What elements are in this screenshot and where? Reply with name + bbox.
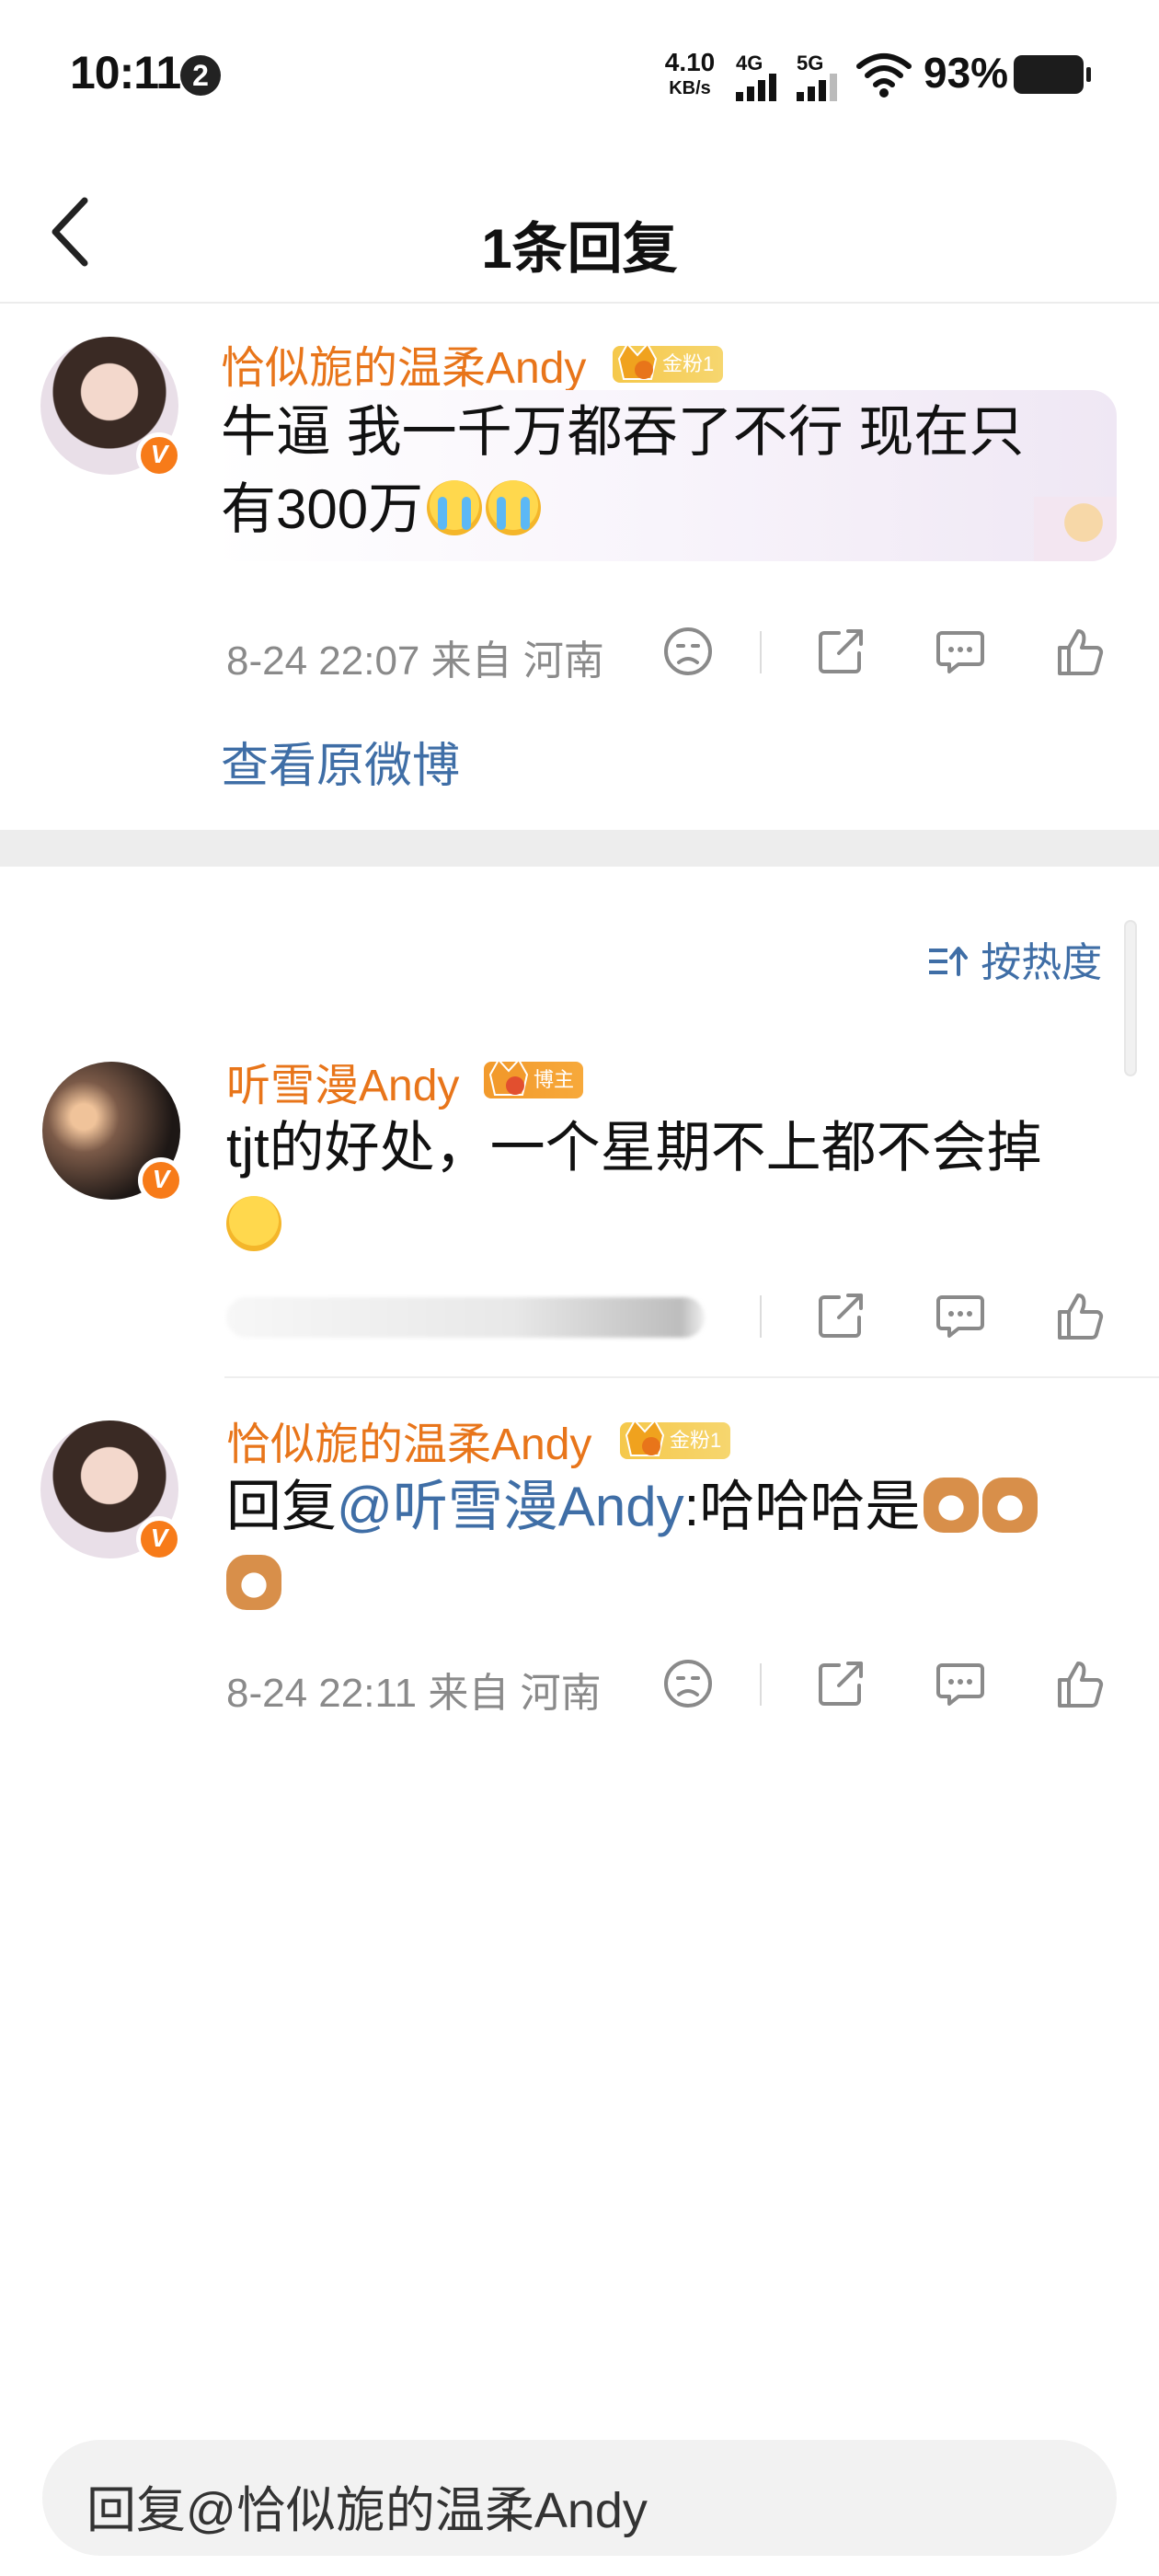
fan-badge[interactable]: 金粉1 [620,1419,731,1459]
reply-item: V 恰似旎的温柔Andy 金粉1 回复@听雪漫Andy:哈哈哈是 8-24 22… [0,1408,1159,1730]
dislike-face-icon[interactable] [659,622,717,681]
crown-icon [617,342,658,380]
view-original-weibo-link[interactable]: 查看原微博 [221,727,460,796]
username[interactable]: 恰似旎的温柔Andy [221,331,586,396]
comment-meta: 8-24 22:07 来自 河南 [226,638,604,684]
divider [760,1295,762,1338]
reply-meta-row: 8-24 22:11 来自 河南 [226,1647,1128,1720]
share-icon[interactable] [811,622,870,681]
reply-line-1: 回复@听雪漫Andy:哈哈哈是 [226,1468,1128,1546]
status-bar: 10:11 2 4.10 KB/s 4G 5G 93% [0,0,1159,156]
cat-emoji-icon [226,1555,281,1610]
fan-badge-text: 金粉1 [670,1429,722,1452]
comment-icon[interactable] [931,1654,990,1713]
dislike-face-icon[interactable] [659,1654,717,1713]
fan-badge-text: 金粉1 [662,352,715,375]
root-comment: V 恰似旎的温柔Andy 金粉1 牛逼 我一千万都吞了不行 现在只 有300万 … [0,331,1159,828]
cat-emoji-icon [924,1478,980,1533]
host-badge-text: 博主 [534,1068,575,1091]
network-speed: 4.10 KB/s [662,50,717,98]
reply-input-placeholder: 回复@恰似旎的温柔Andy [86,2483,648,2538]
comment-line-1: 牛逼 我一千万都吞了不行 现在只 [221,401,1025,463]
like-icon[interactable] [1050,1286,1109,1345]
comment-content: 牛逼 我一千万都吞了不行 现在只 有300万 [221,394,1122,548]
username[interactable]: 恰似旎的温柔Andy [226,1408,591,1472]
section-divider [0,830,1159,867]
reply-content: tjt的好处，一个星期不上都不会掉 [226,1110,1128,1264]
share-icon[interactable] [811,1654,870,1713]
signal-5g-label: 5G [797,52,824,75]
thinking-emoji-icon [226,1196,281,1251]
avatar[interactable]: V [42,1062,184,1203]
page-header: 1条回复 [0,156,1159,304]
signal-4g-icon: 4G [736,52,791,103]
verified-icon: V [136,432,182,478]
reply-meta-row [226,1279,1128,1352]
reply-text: :哈哈哈是 [683,1476,921,1537]
like-icon[interactable] [1050,622,1109,681]
comment-line-2-wrap: 有300万 [221,471,1122,548]
comment-meta-row: 8-24 22:07 来自 河南 [226,615,1128,688]
reply-content: 回复@听雪漫Andy:哈哈哈是 [226,1468,1128,1623]
verified-icon: V [136,1516,182,1562]
avatar[interactable]: V [40,337,182,478]
verified-icon: V [138,1157,184,1203]
avatar[interactable]: V [40,1420,182,1562]
crying-emoji-icon [486,480,542,535]
comment-line-2: 有300万 [221,478,424,540]
blurred-meta [226,1297,705,1338]
wifi-icon [856,53,912,98]
username[interactable]: 听雪漫Andy [226,1049,459,1113]
crown-icon [625,1419,665,1456]
row-divider [224,1376,1159,1378]
comment-icon[interactable] [931,622,990,681]
divider [760,631,762,673]
crying-emoji-icon [427,480,483,535]
status-time: 10:11 [70,47,181,98]
comment-icon[interactable] [931,1286,990,1345]
share-icon[interactable] [811,1286,870,1345]
reply-line-2 [226,1187,1128,1264]
signal-5g-icon: 5G [797,52,852,103]
reply-line-2 [226,1546,1128,1623]
sort-label: 按热度 [981,940,1103,985]
network-speed-unit: KB/s [669,78,711,98]
sort-icon [929,947,968,976]
reply-line-1: tjt的好处，一个星期不上都不会掉 [226,1117,1042,1179]
like-icon[interactable] [1050,1654,1109,1713]
cat-emoji-icon [982,1478,1039,1533]
battery-icon [1014,55,1091,94]
host-badge[interactable]: 博主 [484,1058,584,1098]
reply-prefix: 回复 [226,1476,337,1537]
notification-badge: 2 [180,55,221,96]
fan-badge[interactable]: 金粉1 [613,342,724,383]
battery-percent: 93% [924,49,1009,97]
crown-icon [488,1058,529,1096]
network-speed-value: 4.10 [664,48,716,76]
reply-item: V 听雪漫Andy 博主 tjt的好处，一个星期不上都不会掉 [0,1049,1159,1371]
signal-4g-label: 4G [736,52,763,75]
page-title: 1条回复 [481,218,678,280]
sort-button[interactable]: 按热度 [927,929,1102,988]
reply-input[interactable]: 回复@恰似旎的温柔Andy [42,2440,1117,2556]
divider [760,1663,762,1706]
mention-link[interactable]: @听雪漫Andy [337,1476,684,1537]
reply-meta: 8-24 22:11 来自 河南 [226,1671,602,1716]
